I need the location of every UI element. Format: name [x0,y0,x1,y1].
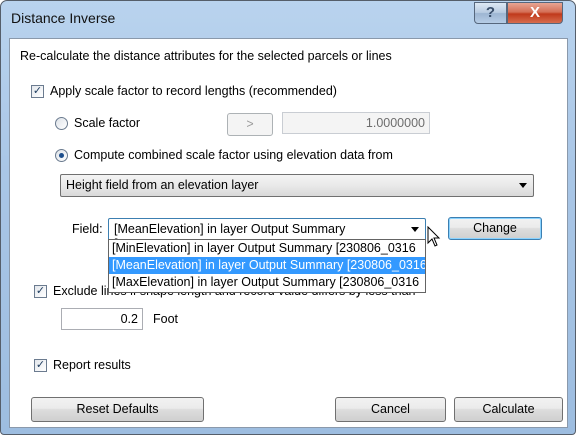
check-icon: ✓ [35,285,46,297]
description-text: Re-calculate the distance attributes for… [20,49,392,63]
dialog-body: Re-calculate the distance attributes for… [9,38,568,428]
elevation-source-value: Height field from an elevation layer [66,178,259,192]
field-select[interactable]: [MeanElevation] in layer Output Summary … [108,218,426,241]
exclude-checkbox[interactable]: ✓ [34,285,47,298]
check-icon: ✓ [32,85,43,97]
help-icon: ? [485,4,496,21]
unit-label: Foot [153,312,179,326]
scale-factor-apply-button[interactable]: > [227,113,273,136]
cancel-button[interactable]: Cancel [335,397,446,422]
chevron-down-icon [411,227,419,232]
check-icon: ✓ [35,359,46,371]
scale-factor-label[interactable]: Scale factor [74,116,140,130]
apply-scale-label[interactable]: Apply scale factor to record lengths (re… [50,84,337,98]
scale-factor-input[interactable]: 1.0000000 [282,112,430,134]
elevation-source-select[interactable]: Height field from an elevation layer [60,174,534,197]
field-option-max[interactable]: [MaxElevation] in layer Output Summary [… [109,274,425,291]
dialog-window: Distance Inverse ? X Re-calculate the di… [0,0,576,435]
report-results-checkbox[interactable]: ✓ [34,359,47,372]
reset-defaults-button[interactable]: Reset Defaults [31,397,204,422]
help-button[interactable]: ? [474,2,507,24]
calculate-button[interactable]: Calculate [454,397,563,422]
window-title: Distance Inverse [11,10,116,26]
chevron-down-icon [519,183,527,188]
report-results-label[interactable]: Report results [53,358,131,372]
close-icon: X [529,4,540,21]
combined-scale-label[interactable]: Compute combined scale factor using elev… [74,148,393,162]
exclude-tolerance-input[interactable]: 0.2 [61,308,143,330]
change-button[interactable]: Change [448,217,542,240]
combined-scale-radio[interactable] [55,149,68,162]
field-label: Field: [72,222,103,236]
apply-scale-checkbox[interactable]: ✓ [31,85,44,98]
field-dropdown-list: [MinElevation] in layer Output Summary [… [108,239,426,293]
title-bar[interactable]: Distance Inverse ? X [1,1,575,37]
mouse-pointer-icon [427,226,441,247]
scale-factor-radio[interactable] [55,117,68,130]
field-option-min[interactable]: [MinElevation] in layer Output Summary [… [109,240,425,257]
field-option-mean[interactable]: [MeanElevation] in layer Output Summary … [109,257,425,274]
close-button[interactable]: X [507,2,563,24]
